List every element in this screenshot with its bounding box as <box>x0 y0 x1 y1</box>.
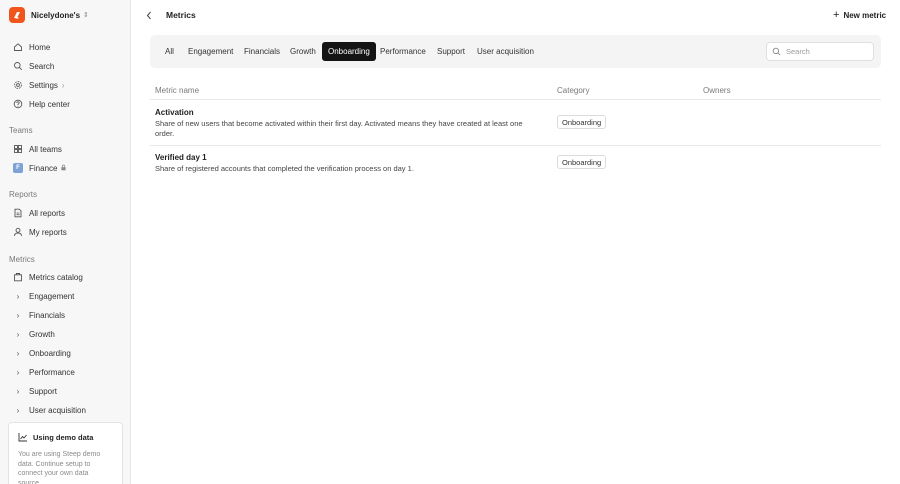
sidebar-item-metrics-catalog[interactable]: Metrics catalog <box>9 269 123 285</box>
sidebar-item-label: Home <box>29 42 51 52</box>
tab-onboarding[interactable]: Onboarding <box>322 42 376 61</box>
chevron-right-icon: › <box>16 291 20 301</box>
metric-description: Share of new users that become activated… <box>155 119 523 138</box>
workspace-name: Nicelydone's <box>31 10 81 20</box>
plus-icon: + <box>833 9 840 21</box>
help-icon <box>12 98 24 110</box>
sidebar-item-growth[interactable]: › Growth <box>9 326 123 342</box>
category-badge: Onboarding <box>557 155 607 169</box>
sidebar-item-label: All teams <box>29 144 62 154</box>
sidebar-item-settings[interactable]: Settings › <box>9 77 123 93</box>
tab-growth[interactable]: Growth <box>284 42 322 61</box>
sidebar-item-label: My reports <box>29 227 67 237</box>
team-avatar-wrap: F <box>12 162 24 174</box>
sidebar-item-label: Growth <box>29 329 55 339</box>
sidebar-item-all-teams[interactable]: All teams <box>9 141 123 157</box>
tab-engagement[interactable]: Engagement <box>182 42 239 61</box>
sidebar-item-label: Support <box>29 386 58 396</box>
line-chart-icon <box>18 433 27 442</box>
sidebar-item-performance[interactable]: › Performance <box>9 364 123 380</box>
search-box[interactable] <box>766 42 874 61</box>
sidebar-item-label: Onboarding <box>29 348 71 358</box>
sidebar-item-label: Metrics catalog <box>29 272 83 282</box>
report-icon <box>12 207 24 219</box>
section-label-teams: Teams <box>9 126 33 135</box>
column-header-metric-name: Metric name <box>155 86 200 95</box>
tab-support[interactable]: Support <box>431 42 471 61</box>
chevron-right-icon: › <box>16 348 20 358</box>
workspace-logo-icon <box>9 7 25 23</box>
sidebar-item-financials[interactable]: › Financials <box>9 307 123 323</box>
sidebar-item-home[interactable]: Home <box>9 39 123 55</box>
search-icon <box>772 47 781 56</box>
sidebar-item-label: Financials <box>29 310 66 320</box>
demo-data-title: Using demo data <box>33 432 94 442</box>
sidebar-item-label: Search <box>29 61 55 71</box>
demo-data-text: You are using Steep demo data. Continue … <box>18 451 101 484</box>
chevron-up-down-icon: ⇕ <box>83 12 89 19</box>
sidebar-item-support[interactable]: › Support <box>9 383 123 399</box>
sidebar-item-engagement[interactable]: › Engagement <box>9 288 123 304</box>
demo-data-card[interactable]: Using demo data You are using Steep demo… <box>8 422 123 484</box>
sidebar-item-label: User acquisition <box>29 405 86 415</box>
user-icon <box>12 226 24 238</box>
category-tabs: All Engagement Financials Growth Onboard… <box>150 35 881 68</box>
home-icon <box>12 41 24 53</box>
tab-performance[interactable]: Performance <box>374 42 432 61</box>
chevron-right-icon: › <box>16 310 20 320</box>
search-icon <box>12 60 24 72</box>
category-badge: Onboarding <box>557 115 607 129</box>
sidebar-item-finance[interactable]: F Finance <box>9 160 123 176</box>
search-input[interactable] <box>786 47 866 56</box>
chevron-right-icon: › <box>16 405 20 415</box>
chevron-right-icon: › <box>61 80 65 90</box>
sidebar-item-label: Help center <box>29 99 70 109</box>
tab-user-acquisition[interactable]: User acquisition <box>471 42 540 61</box>
new-metric-button[interactable]: + New metric <box>833 9 886 21</box>
column-header-category: Category <box>557 86 590 95</box>
sidebar-item-onboarding[interactable]: › Onboarding <box>9 345 123 361</box>
demo-data-header: Using demo data <box>18 432 113 442</box>
chevron-right-icon: › <box>16 329 20 339</box>
sidebar-item-label: Performance <box>29 367 75 377</box>
grid-icon <box>12 143 24 155</box>
section-label-metrics: Metrics <box>9 255 35 264</box>
sidebar-item-label: All reports <box>29 208 66 218</box>
section-label-reports: Reports <box>9 190 38 199</box>
sidebar-item-my-reports[interactable]: My reports <box>9 224 123 240</box>
tab-all[interactable]: All <box>159 42 180 61</box>
sidebar-item-all-reports[interactable]: All reports <box>9 205 123 221</box>
back-button[interactable] <box>144 9 154 21</box>
sidebar-item-user-acquisition[interactable]: › User acquisition <box>9 402 123 418</box>
chevron-left-icon <box>146 11 151 19</box>
column-header-owners: Owners <box>703 86 731 95</box>
tab-financials[interactable]: Financials <box>238 42 286 61</box>
sidebar-item-label: Finance <box>29 163 58 173</box>
sidebar-item-label: Settings <box>29 80 58 90</box>
metric-description: Share of registered accounts that comple… <box>155 164 414 173</box>
sidebar-item-label: Engagement <box>29 291 75 301</box>
catalog-icon <box>12 271 24 283</box>
divider <box>150 145 881 146</box>
chevron-right-icon: › <box>16 367 20 377</box>
team-avatar: F <box>13 163 23 173</box>
chevron-right-icon: › <box>16 386 20 396</box>
sidebar: Nicelydone's ⇕ Home Search Settings › He… <box>0 0 131 484</box>
metric-name[interactable]: Activation <box>155 108 194 117</box>
sidebar-item-search[interactable]: Search <box>9 58 123 74</box>
metric-name[interactable]: Verified day 1 <box>155 153 207 162</box>
divider <box>150 99 881 100</box>
sidebar-item-help-center[interactable]: Help center <box>9 96 123 112</box>
gear-icon <box>12 79 24 91</box>
new-metric-label: New metric <box>843 10 887 20</box>
workspace-switcher[interactable]: Nicelydone's ⇕ <box>9 7 89 23</box>
page-title: Metrics <box>166 10 196 20</box>
lock-icon <box>60 164 67 173</box>
